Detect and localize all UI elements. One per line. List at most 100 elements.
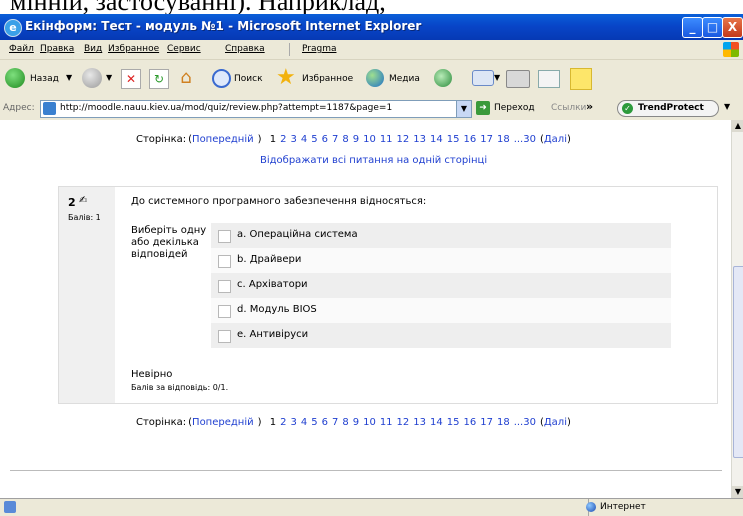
pager-page-link[interactable]: 16 xyxy=(463,134,476,145)
pager-page-link[interactable]: 3 xyxy=(290,134,296,145)
pager-page-link[interactable]: 18 xyxy=(497,134,510,145)
back-arrow-icon[interactable] xyxy=(5,68,25,88)
print-icon[interactable] xyxy=(506,70,530,88)
favorites-button-label[interactable]: Избранное xyxy=(302,74,353,84)
back-button-label[interactable]: Назад xyxy=(30,74,59,84)
home-icon[interactable]: ⌂ xyxy=(175,68,197,88)
pager-page-link[interactable]: ...30 xyxy=(514,417,536,428)
pager-page-link[interactable]: 8 xyxy=(342,417,348,428)
pager-prev-link[interactable]: Попередній xyxy=(192,134,254,145)
answer-option[interactable]: d. Модуль BIOS xyxy=(211,298,671,323)
answer-option[interactable]: e. Антивіруси xyxy=(211,323,671,348)
pager-page-link[interactable]: 10 xyxy=(363,134,376,145)
pager-page-link[interactable]: 5 xyxy=(311,417,317,428)
pager-page-link[interactable]: 6 xyxy=(322,417,328,428)
note-icon[interactable] xyxy=(570,68,592,90)
pager-page-link[interactable]: 10 xyxy=(363,417,376,428)
pager-page-link[interactable]: 18 xyxy=(497,417,510,428)
favorites-star-icon[interactable]: ★ xyxy=(276,65,296,91)
address-dropdown-icon[interactable]: ▼ xyxy=(456,101,471,117)
pager-page-link[interactable]: 11 xyxy=(380,134,393,145)
pager-page-link[interactable]: 7 xyxy=(332,417,338,428)
trendprotect-button[interactable]: ✓ TrendProtect xyxy=(617,100,719,117)
menu-tools[interactable]: Сервис xyxy=(167,44,201,54)
maximize-button[interactable]: □ xyxy=(702,17,723,38)
menu-favorites[interactable]: Избранное xyxy=(108,44,159,54)
menu-view[interactable]: Вид xyxy=(84,44,102,54)
pager-page-link[interactable]: 2 xyxy=(280,417,286,428)
pager-next-link[interactable]: Далі xyxy=(544,417,567,428)
answer-label[interactable]: d. Модуль BIOS xyxy=(237,304,317,315)
search-button-label[interactable]: Поиск xyxy=(234,74,263,84)
search-icon[interactable] xyxy=(212,69,231,88)
links-chevron-icon[interactable]: » xyxy=(586,100,593,113)
window-titlebar[interactable]: e Екінформ: Тест - модуль №1 - Microsoft… xyxy=(0,14,743,40)
pager-page-link[interactable]: 17 xyxy=(480,134,493,145)
pager-next-link[interactable]: Далі xyxy=(544,134,567,145)
pager-page-link[interactable]: 4 xyxy=(301,134,307,145)
pager-page-link[interactable]: 12 xyxy=(397,417,410,428)
pager-page-link[interactable]: 7 xyxy=(332,134,338,145)
pager-page-link[interactable]: 11 xyxy=(380,417,393,428)
answer-option[interactable]: c. Архіватори xyxy=(211,273,671,298)
pager-page-link[interactable]: 15 xyxy=(447,134,460,145)
back-dropdown-icon[interactable]: ▼ xyxy=(66,73,72,82)
answer-checkbox[interactable] xyxy=(218,230,231,243)
pager-page-link[interactable]: 13 xyxy=(413,417,426,428)
pager-page-link[interactable]: 17 xyxy=(480,417,493,428)
pager-page-link[interactable]: 9 xyxy=(353,134,359,145)
forward-arrow-icon[interactable] xyxy=(82,68,102,88)
scroll-up-icon[interactable]: ▲ xyxy=(732,120,743,132)
media-icon[interactable] xyxy=(366,69,384,87)
minimize-button[interactable]: _ xyxy=(682,17,703,38)
answer-label[interactable]: b. Драйвери xyxy=(237,254,301,265)
refresh-icon[interactable]: ↻ xyxy=(149,69,169,89)
answer-checkbox[interactable] xyxy=(218,255,231,268)
pager-page-link[interactable]: 5 xyxy=(311,134,317,145)
edit-pencil-icon[interactable]: ✍ xyxy=(79,195,87,206)
answer-checkbox[interactable] xyxy=(218,330,231,343)
media-button-label[interactable]: Медиа xyxy=(389,74,420,84)
go-arrow-icon[interactable]: ➜ xyxy=(476,101,490,115)
links-label[interactable]: Ссылки xyxy=(551,103,586,113)
pager-page-link[interactable]: 16 xyxy=(463,417,476,428)
address-url[interactable]: http://moodle.nauu.kiev.ua/mod/quiz/revi… xyxy=(60,103,392,113)
close-button[interactable]: X xyxy=(722,17,743,38)
address-input[interactable]: http://moodle.nauu.kiev.ua/mod/quiz/revi… xyxy=(40,100,472,118)
pager-page-link[interactable]: 4 xyxy=(301,417,307,428)
forward-dropdown-icon[interactable]: ▼ xyxy=(106,73,112,82)
go-button-label[interactable]: Переход xyxy=(494,103,535,113)
vertical-scrollbar[interactable]: ▲ ▼ xyxy=(731,120,743,498)
mail-dropdown-icon[interactable]: ▼ xyxy=(494,73,500,82)
pager-page-link[interactable]: 2 xyxy=(280,134,286,145)
edit-icon[interactable] xyxy=(538,70,560,88)
pager-page-link[interactable]: 8 xyxy=(342,134,348,145)
pager-page-link[interactable]: 14 xyxy=(430,417,443,428)
pager-page-link[interactable]: 15 xyxy=(447,417,460,428)
pager-page-link[interactable]: 3 xyxy=(290,417,296,428)
menu-help[interactable]: Справка xyxy=(225,44,265,54)
mail-icon[interactable] xyxy=(472,70,494,86)
answer-option[interactable]: a. Операційна система xyxy=(211,223,671,248)
pager-prev-link[interactable]: Попередній xyxy=(192,417,254,428)
answer-label[interactable]: e. Антивіруси xyxy=(237,329,308,340)
answer-checkbox[interactable] xyxy=(218,305,231,318)
pager-page-link[interactable]: 13 xyxy=(413,134,426,145)
pager-page-link[interactable]: 6 xyxy=(322,134,328,145)
scroll-down-icon[interactable]: ▼ xyxy=(732,486,743,498)
pager-page-link[interactable]: 9 xyxy=(353,417,359,428)
menu-edit[interactable]: Правка xyxy=(40,44,74,54)
show-all-questions-link[interactable]: Відображати всі питання на одній сторінц… xyxy=(260,155,487,166)
scroll-thumb[interactable] xyxy=(733,266,743,458)
pager-page-link[interactable]: ...30 xyxy=(514,134,536,145)
trendprotect-dropdown-icon[interactable]: ▼ xyxy=(724,102,730,111)
menu-file[interactable]: Файл xyxy=(9,44,34,54)
menu-pragma[interactable]: Pragma xyxy=(302,44,336,54)
answer-option[interactable]: b. Драйвери xyxy=(211,248,671,273)
answer-label[interactable]: c. Архіватори xyxy=(237,279,308,290)
history-icon[interactable] xyxy=(434,69,452,87)
stop-icon[interactable]: ✕ xyxy=(121,69,141,89)
pager-page-link[interactable]: 12 xyxy=(397,134,410,145)
pager-page-link[interactable]: 14 xyxy=(430,134,443,145)
answer-checkbox[interactable] xyxy=(218,280,231,293)
